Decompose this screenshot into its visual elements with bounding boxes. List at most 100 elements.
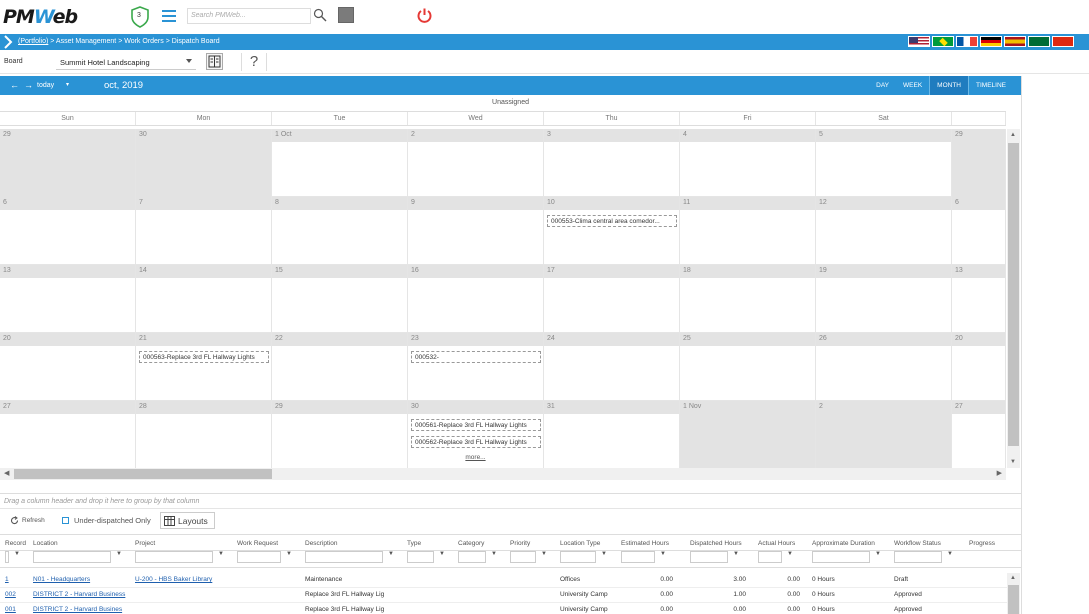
calendar-day-cell[interactable]: 7 [136,197,272,265]
calendar-day-cell[interactable]: 13 [952,265,1006,333]
calendar-day-cell[interactable]: 10 000553-Clima central area comedor... [544,197,680,265]
filter-icon[interactable]: ▼ [439,551,445,557]
column-filter-input[interactable] [510,551,536,563]
arrow-left-icon[interactable]: ← [10,80,19,90]
breadcrumb-portfolio-link[interactable]: (Portfolio) [18,38,48,45]
column-filter-input[interactable] [237,551,281,563]
calendar-day-cell[interactable]: 16 [408,265,544,333]
calendar-day-cell[interactable]: 20 [0,333,136,401]
view-month-button[interactable]: MONTH [929,76,970,95]
work-order-event[interactable]: 000562-Replace 3rd FL Hallway Lights [411,436,541,448]
column-header[interactable]: Progress [969,540,1009,547]
calendar-day-cell[interactable]: 12 [816,197,952,265]
table-cell[interactable]: N01 - Headquarters [33,576,129,583]
column-filter-input[interactable] [758,551,782,563]
calendar-day-cell[interactable]: 6 [952,197,1006,265]
column-header[interactable]: Type [407,540,456,547]
calendar-day-cell[interactable]: 8 [272,197,408,265]
column-header[interactable]: Estimated Hours [621,540,677,547]
calendar-day-cell[interactable]: 13 [0,265,136,333]
under-dispatched-checkbox[interactable] [62,517,69,524]
table-row[interactable]: 001 DISTRICT 2 - Harvard Busines Replace 3… [0,603,1007,614]
layouts-button[interactable]: Layouts [160,512,215,529]
column-header[interactable]: Description [305,540,405,547]
column-header[interactable]: Location Type [560,540,618,547]
calendar-day-cell[interactable]: 29 [272,401,408,469]
scroll-left-icon[interactable]: ◀ [4,469,9,477]
column-filter-input[interactable] [407,551,434,563]
filter-icon[interactable]: ▼ [116,551,122,557]
today-caret-icon[interactable]: ▾ [66,81,69,88]
calendar-day-cell[interactable]: 28 [136,401,272,469]
calendar-day-cell[interactable]: 17 [544,265,680,333]
column-filter-input[interactable] [33,551,111,563]
scroll-up-icon[interactable]: ▲ [1010,132,1016,138]
filter-icon[interactable]: ▼ [491,551,497,557]
scroll-down-icon[interactable]: ▼ [1010,459,1016,465]
column-header[interactable]: Location [33,540,133,547]
table-cell[interactable]: DISTRICT 2 - Harvard Business [33,591,129,598]
calendar-day-cell[interactable]: 24 [544,333,680,401]
menu-icon[interactable] [162,10,176,22]
calendar-day-cell[interactable]: 2 [816,401,952,469]
calendar-day-cell[interactable]: 21 000563-Replace 3rd FL Hallway Lights [136,333,272,401]
book-icon[interactable] [206,53,223,70]
calendar-day-cell[interactable]: 18 [680,265,816,333]
column-header[interactable]: Project [135,540,235,547]
filter-icon[interactable]: ▼ [388,551,394,557]
work-order-event[interactable]: 000563-Replace 3rd FL Hallway Lights [139,351,269,363]
column-filter-input[interactable] [812,551,870,563]
column-filter-input[interactable] [305,551,383,563]
table-row[interactable]: 1 N01 - Headquarters U-200 - HBS Baker Lib… [0,573,1007,588]
column-header[interactable]: Approximate Duration [812,540,892,547]
calendar-day-cell[interactable]: 27 [0,401,136,469]
grid-vertical-scrollbar[interactable]: ▲ [1007,573,1020,614]
calendar-day-cell[interactable]: 20 [952,333,1006,401]
column-header[interactable]: Workflow Status [894,540,964,547]
column-filter-input[interactable] [560,551,596,563]
column-filter-input[interactable] [5,551,9,563]
calendar-day-cell[interactable]: 15 [272,265,408,333]
filter-icon[interactable]: ▼ [286,551,292,557]
filter-icon[interactable]: ▼ [541,551,547,557]
filter-icon[interactable]: ▼ [218,551,224,557]
view-day-button[interactable]: DAY [869,76,896,95]
table-cell[interactable]: U-200 - HBS Baker Library [135,576,231,583]
calendar-day-cell[interactable]: 30 [136,129,272,197]
calendar-day-cell[interactable]: 29 [952,129,1006,197]
table-cell[interactable]: 001 [5,606,27,613]
scroll-up-icon[interactable]: ▲ [1010,575,1016,581]
flag-br-icon[interactable] [932,36,954,47]
flag-de-icon[interactable] [980,36,1002,47]
board-select[interactable]: Summit Hotel Landscaping [56,53,196,70]
calendar-day-cell[interactable]: 30 000561-Replace 3rd FL Hallway Lights 00… [408,401,544,469]
calendar-day-cell[interactable]: 1 Oct [272,129,408,197]
calendar-day-cell[interactable]: 31 [544,401,680,469]
column-filter-input[interactable] [690,551,728,563]
scroll-thumb[interactable] [1008,585,1019,614]
group-by-hint[interactable]: Drag a column header and drop it here to… [0,493,1021,509]
shield-icon[interactable]: 3 [130,6,150,28]
calendar-day-cell[interactable]: 25 [680,333,816,401]
column-filter-input[interactable] [135,551,213,563]
calendar-day-cell[interactable]: 19 [816,265,952,333]
flag-es-icon[interactable] [1004,36,1026,47]
filter-icon[interactable]: ▼ [947,551,953,557]
filter-icon[interactable]: ▼ [14,551,20,557]
search-icon[interactable] [313,8,327,22]
flag-fr-icon[interactable] [956,36,978,47]
calendar-vertical-scrollbar[interactable]: ▲ ▼ [1007,129,1020,468]
flag-cn-icon[interactable] [1052,36,1074,47]
filter-icon[interactable]: ▼ [601,551,607,557]
work-order-event[interactable]: 000561-Replace 3rd FL Hallway Lights [411,419,541,431]
flag-sa-icon[interactable] [1028,36,1050,47]
column-header[interactable]: Actual Hours [758,540,804,547]
refresh-button[interactable]: Refresh [10,516,45,525]
calendar-day-cell[interactable]: 26 [816,333,952,401]
table-row[interactable]: 002 DISTRICT 2 - Harvard Business Replace … [0,588,1007,603]
calendar-day-cell[interactable]: 23 000532- [408,333,544,401]
calendar-day-cell[interactable]: 27 [952,401,1006,469]
calendar-day-cell[interactable]: 9 [408,197,544,265]
column-header[interactable]: Dispatched Hours [690,540,750,547]
filter-icon[interactable]: ▼ [787,551,793,557]
